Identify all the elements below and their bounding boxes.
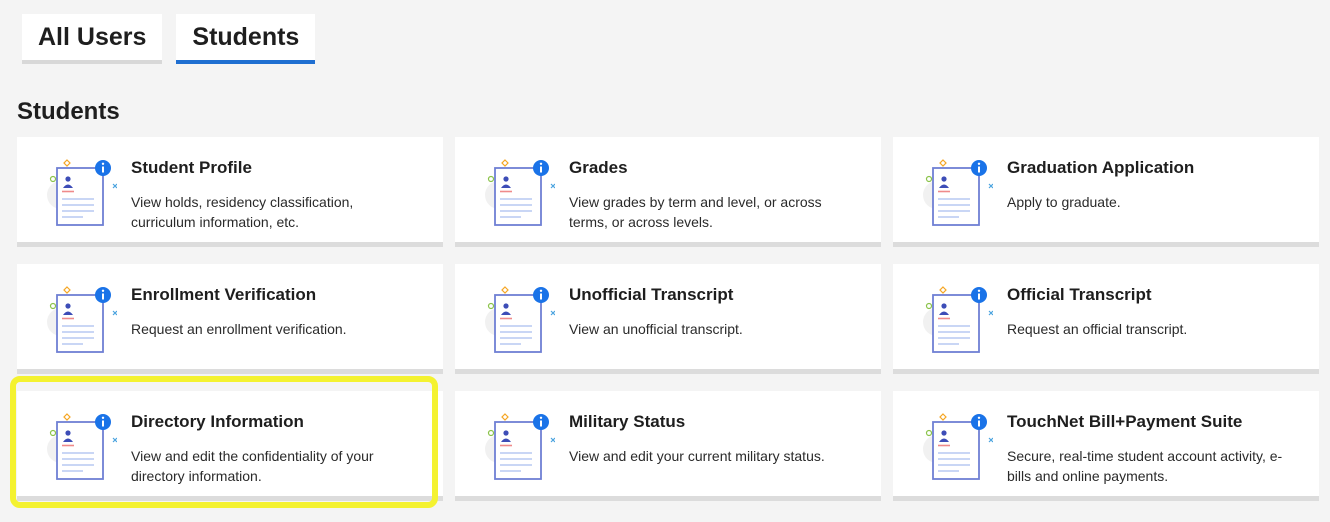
card-title: Official Transcript xyxy=(1007,285,1152,304)
card-title: Unofficial Transcript xyxy=(569,285,734,304)
card-title: Graduation Application xyxy=(1007,158,1195,177)
card-unofficial-transcript[interactable]: Unofficial Transcript View an unofficial… xyxy=(455,264,881,374)
profile-document-icon xyxy=(485,159,555,226)
card-description: View grades by term and level, or across… xyxy=(569,194,822,230)
card-touchnet-bill-payment-suite[interactable]: TouchNet Bill+Payment Suite Secure, real… xyxy=(893,391,1319,501)
profile-document-icon xyxy=(47,159,117,226)
profile-document-icon xyxy=(485,413,555,480)
card-title: Grades xyxy=(569,158,628,177)
card-description: View and edit the confidentiality of you… xyxy=(131,448,374,484)
tab-students[interactable]: Students xyxy=(176,14,316,64)
card-title: Student Profile xyxy=(131,158,252,177)
card-title: Directory Information xyxy=(131,412,304,431)
card-military-status[interactable]: Military Status View and edit your curre… xyxy=(455,391,881,501)
card-graduation-application[interactable]: Graduation Application Apply to graduate… xyxy=(893,137,1319,247)
card-student-profile[interactable]: Student Profile View holds, residency cl… xyxy=(17,137,443,247)
page: All Users Students Students Student Prof… xyxy=(0,0,1330,522)
tab-all-users[interactable]: All Users xyxy=(22,14,163,64)
profile-document-icon xyxy=(923,286,993,353)
profile-document-icon xyxy=(47,286,117,353)
card-description: View holds, residency classification, cu… xyxy=(131,194,354,230)
profile-document-icon xyxy=(485,286,555,353)
card-description: View and edit your current military stat… xyxy=(569,448,825,464)
card-description: Apply to graduate. xyxy=(1007,194,1121,210)
profile-document-icon xyxy=(923,413,993,480)
tab-bar: All Users Students xyxy=(22,14,316,64)
card-directory-information[interactable]: Directory Information View and edit the … xyxy=(17,391,443,501)
card-grades[interactable]: Grades View grades by term and level, or… xyxy=(455,137,881,247)
card-description: View an unofficial transcript. xyxy=(569,321,743,337)
card-title: TouchNet Bill+Payment Suite xyxy=(1007,412,1243,431)
card-description: Request an enrollment verification. xyxy=(131,321,347,337)
card-enrollment-verification[interactable]: Enrollment Verification Request an enrol… xyxy=(17,264,443,374)
card-official-transcript[interactable]: Official Transcript Request an official … xyxy=(893,264,1319,374)
card-description: Secure, real-time student account activi… xyxy=(1007,448,1283,484)
card-title: Military Status xyxy=(569,412,686,431)
card-title: Enrollment Verification xyxy=(131,285,317,304)
card-grid: Student Profile View holds, residency cl… xyxy=(17,137,1319,501)
card-description: Request an official transcript. xyxy=(1007,321,1188,337)
profile-document-icon xyxy=(923,159,993,226)
profile-document-icon xyxy=(47,413,117,480)
section-title: Students xyxy=(17,98,120,125)
